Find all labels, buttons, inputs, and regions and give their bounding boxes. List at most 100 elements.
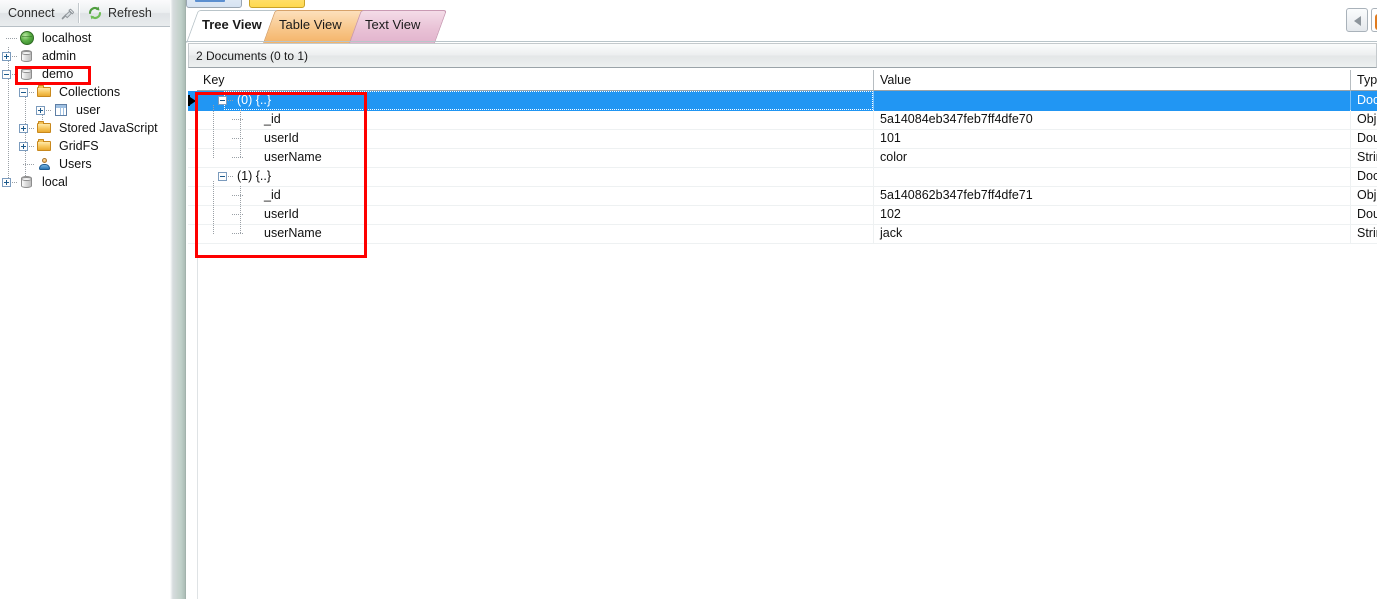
tree-expander-local[interactable] <box>2 178 11 187</box>
grid-connector-stub <box>228 176 234 177</box>
tab-tree-view[interactable]: Tree View <box>186 10 285 43</box>
users-icon <box>36 156 52 172</box>
grid-connector-stub <box>232 157 244 158</box>
scroll-left-button[interactable] <box>1346 8 1368 32</box>
grid-tree-connector <box>213 105 214 158</box>
tree-node-label: Stored JavaScript <box>59 121 158 135</box>
grid-key-cell[interactable]: (1) {..} <box>197 167 873 186</box>
grid-type-cell[interactable]: Document <box>1350 91 1377 110</box>
grid-row[interactable]: (1) {..} Document <box>188 167 1377 187</box>
document-count-bar: 2 Documents (0 to 1) <box>188 43 1377 68</box>
left-toolbar: Connect Refresh <box>0 0 170 27</box>
tree-node-label: local <box>42 175 68 189</box>
grid-value-cell[interactable]: 5a14084eb347feb7ff4dfe70 <box>873 110 1350 129</box>
clipped-edge-button[interactable] <box>1371 8 1377 32</box>
grid-type-cell[interactable]: ObjectId <box>1350 110 1377 129</box>
tree-connector-stub <box>29 128 35 129</box>
grid-value-cell[interactable]: 101 <box>873 129 1350 148</box>
tree-expander-gridfs[interactable] <box>19 142 28 151</box>
grid-cell-key: userName <box>264 226 322 240</box>
grid-connector-stub <box>232 119 244 120</box>
column-header-type[interactable]: Type <box>1350 70 1377 91</box>
tree-node-admin[interactable]: admin <box>0 47 170 65</box>
grid-value-cell[interactable] <box>873 91 1350 110</box>
column-header-type-label: Type <box>1357 73 1377 87</box>
tree-expander-demo[interactable] <box>2 70 11 79</box>
grid-row[interactable]: userId 102Double <box>188 205 1377 225</box>
grid-cell-key: userId <box>264 131 299 145</box>
column-header-key-label: Key <box>203 73 225 87</box>
tree-node-label: demo <box>42 67 74 81</box>
plug-icon <box>60 5 76 21</box>
grid-type-cell[interactable]: String <box>1350 148 1377 167</box>
tree-node-local[interactable]: local <box>0 173 170 191</box>
database-icon <box>19 66 35 82</box>
grid-row[interactable]: (0) {..}Document <box>188 91 1377 111</box>
grid-key-cell[interactable]: userName <box>197 148 873 167</box>
tree-node-localhost[interactable]: localhost <box>0 29 170 47</box>
tab-text-view[interactable]: Text View <box>349 10 448 43</box>
document-tree-grid[interactable]: Key Value Type (0) {..}Document_id5a1408… <box>188 70 1377 599</box>
grid-tree-connector <box>213 181 214 234</box>
cutoff-toolbar-button-2[interactable] <box>249 0 305 8</box>
grid-key-cell[interactable]: _id <box>197 110 873 129</box>
grid-row[interactable]: userName jackString <box>188 224 1377 244</box>
refresh-button-label: Refresh <box>108 6 152 20</box>
grid-type-cell[interactable]: Document <box>1350 167 1377 186</box>
refresh-button[interactable]: Refresh <box>79 0 169 26</box>
grid-type-cell[interactable]: Double <box>1350 129 1377 148</box>
grid-type-cell[interactable]: Double <box>1350 205 1377 224</box>
grid-value-cell[interactable]: 5a140862b347feb7ff4dfe71 <box>873 186 1350 205</box>
document-viewer-pane: Tree View Table View Text View 2 Documen… <box>186 0 1377 599</box>
folder-icon <box>36 138 52 154</box>
grid-key-cell[interactable]: userId <box>197 129 873 148</box>
grid-connector-stub <box>232 138 244 139</box>
tree-node-user[interactable]: user <box>0 101 170 119</box>
grid-row[interactable]: _id 5a14084eb347feb7ff4dfe70ObjectId <box>188 110 1377 130</box>
tree-node-collections[interactable]: Collections <box>0 83 170 101</box>
grid-cell-key: userName <box>264 150 322 164</box>
tree-node-gridfs[interactable]: GridFS <box>0 137 170 155</box>
tab-bar-underline <box>186 41 1377 42</box>
tab-table-view-label: Table View <box>279 17 342 32</box>
tab-table-view[interactable]: Table View <box>263 10 368 43</box>
column-header-value-label: Value <box>880 73 912 87</box>
grid-key-cell[interactable]: userId <box>197 205 873 224</box>
tree-connector-stub <box>12 56 18 57</box>
grid-cell-key: userId <box>264 207 299 221</box>
cutoff-toolbar-button-1[interactable] <box>186 0 242 8</box>
tree-expander-collections[interactable] <box>19 88 28 97</box>
tree-expander-admin[interactable] <box>2 52 11 61</box>
tree-node-stored-javascript[interactable]: Stored JavaScript <box>0 119 170 137</box>
grid-type-cell[interactable]: String <box>1350 224 1377 243</box>
pane-splitter[interactable] <box>170 0 186 599</box>
grid-row[interactable]: userId 101Double <box>188 129 1377 149</box>
grid-value-cell[interactable]: 102 <box>873 205 1350 224</box>
grid-type-cell[interactable]: ObjectId <box>1350 186 1377 205</box>
tree-expander-stored-javascript[interactable] <box>19 124 28 133</box>
column-header-key[interactable]: Key <box>197 70 873 91</box>
tab-tree-view-label: Tree View <box>202 17 262 32</box>
grid-row[interactable]: userName colorString <box>188 148 1377 168</box>
column-header-value[interactable]: Value <box>873 70 1350 91</box>
triangle-left-icon <box>1354 16 1361 26</box>
connect-button[interactable]: Connect <box>0 0 78 26</box>
globe-icon <box>19 30 35 46</box>
grid-value-cell[interactable]: color <box>873 148 1350 167</box>
tree-expander-user[interactable] <box>36 106 45 115</box>
folder-icon <box>36 84 52 100</box>
tab-text-view-label: Text View <box>365 17 421 32</box>
grid-key-cell[interactable]: _id <box>197 186 873 205</box>
grid-value-cell[interactable] <box>873 167 1350 186</box>
grid-header-row: Key Value Type <box>188 70 1377 91</box>
cut-off-toolbar-strip <box>186 0 1377 10</box>
grid-row-expander[interactable] <box>218 172 227 181</box>
grid-value-cell[interactable]: jack <box>873 224 1350 243</box>
tree-connector-stub <box>12 74 18 75</box>
grid-tree-connector <box>240 186 241 233</box>
grid-key-cell[interactable]: userName <box>197 224 873 243</box>
tree-node-demo[interactable]: demo <box>0 65 170 83</box>
tree-node-users[interactable]: Users <box>0 155 170 173</box>
grid-row[interactable]: _id 5a140862b347feb7ff4dfe71ObjectId <box>188 186 1377 206</box>
database-tree-pane[interactable]: localhost admin demo Collections user Stored … <box>0 27 170 599</box>
